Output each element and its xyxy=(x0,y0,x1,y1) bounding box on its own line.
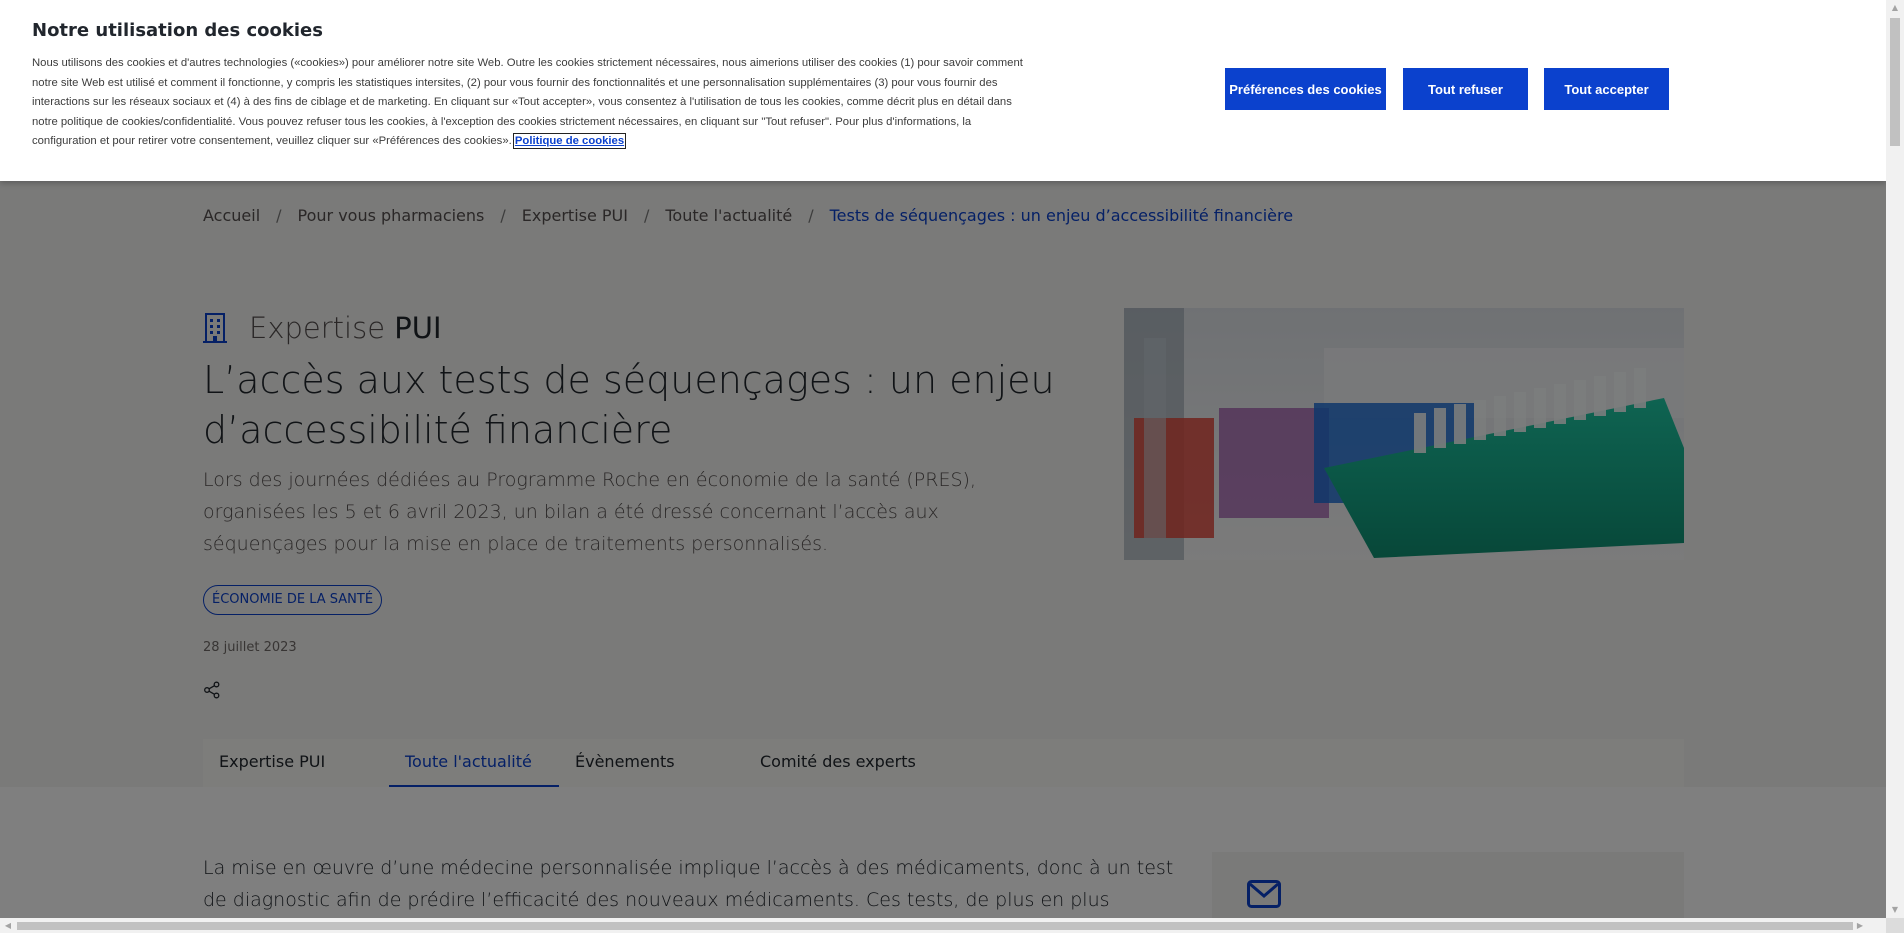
scroll-down-icon[interactable]: ▼ xyxy=(1886,902,1904,918)
cookie-banner-description: Nous utilisons des cookies et d'autres t… xyxy=(32,57,1023,147)
cookie-preferences-button[interactable]: Préférences des cookies xyxy=(1225,68,1386,110)
horizontal-scrollbar[interactable]: ◀ ▶ xyxy=(0,918,1886,933)
accept-all-button[interactable]: Tout accepter xyxy=(1544,68,1669,110)
vertical-scrollbar[interactable]: ▲ ▼ xyxy=(1886,0,1904,918)
cookie-banner-text: Nous utilisons des cookies et d'autres t… xyxy=(32,54,1032,152)
horizontal-scroll-thumb[interactable] xyxy=(17,922,1853,930)
scroll-right-icon[interactable]: ▶ xyxy=(1852,918,1868,933)
cookie-policy-link[interactable]: Politique de cookies xyxy=(512,133,627,149)
scroll-up-icon[interactable]: ▲ xyxy=(1886,0,1904,16)
page: Accueil / Pour vous pharmaciens / Expert… xyxy=(0,0,1886,918)
cookie-banner-title: Notre utilisation des cookies xyxy=(32,20,323,41)
scroll-left-icon[interactable]: ◀ xyxy=(0,918,16,933)
vertical-scroll-thumb[interactable] xyxy=(1890,18,1900,146)
scrollbar-corner xyxy=(1886,918,1904,933)
cookie-banner: Notre utilisation des cookies Nous utili… xyxy=(0,0,1886,181)
refuse-all-button[interactable]: Tout refuser xyxy=(1403,68,1528,110)
